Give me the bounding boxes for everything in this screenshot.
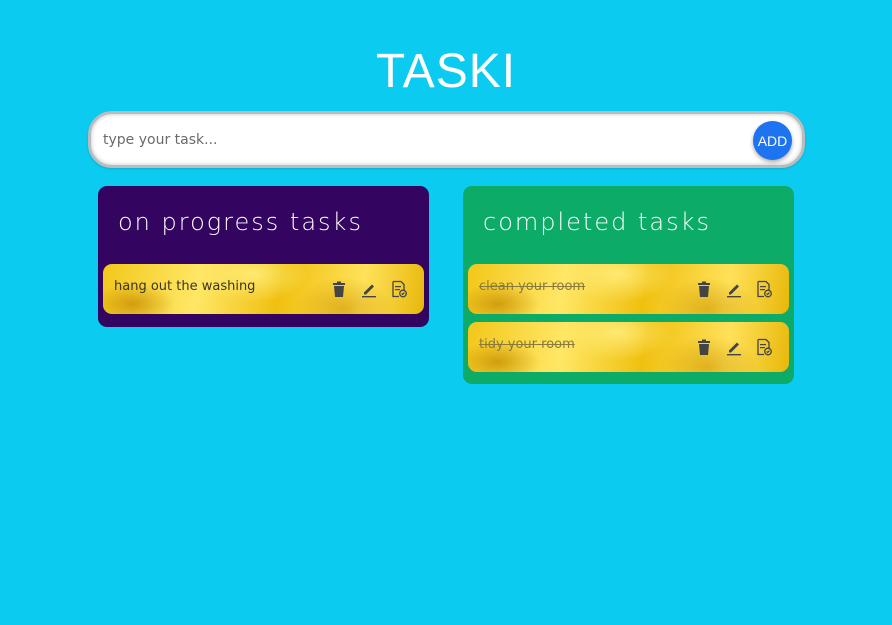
- trash-icon[interactable]: [328, 279, 350, 299]
- task-input[interactable]: [103, 124, 743, 156]
- document-check-icon[interactable]: [753, 279, 775, 299]
- task-item: hang out the washing: [103, 264, 424, 314]
- task-item: tidy your room: [468, 322, 789, 372]
- task-text: tidy your room: [479, 337, 575, 352]
- task-actions: [693, 279, 775, 299]
- task-item: clean your room: [468, 264, 789, 314]
- trash-icon[interactable]: [693, 279, 715, 299]
- task-text: hang out the washing: [114, 279, 256, 294]
- progress-panel: on progress tasks hang out the washing: [98, 186, 429, 327]
- completed-panel: completed tasks clean your room tidy you…: [463, 186, 794, 384]
- task-text: clean your room: [479, 279, 586, 294]
- completed-panel-title: completed tasks: [483, 208, 711, 236]
- trash-icon[interactable]: [693, 337, 715, 357]
- task-actions: [328, 279, 410, 299]
- app-title: TASKI: [375, 45, 517, 98]
- progress-panel-title: on progress tasks: [118, 208, 363, 236]
- document-check-icon[interactable]: [753, 337, 775, 357]
- task-actions: [693, 337, 775, 357]
- pencil-icon[interactable]: [358, 279, 380, 299]
- add-button[interactable]: ADD: [753, 121, 792, 160]
- pencil-icon[interactable]: [723, 337, 745, 357]
- pencil-icon[interactable]: [723, 279, 745, 299]
- document-check-icon[interactable]: [388, 279, 410, 299]
- task-input-bar: ADD: [88, 111, 805, 168]
